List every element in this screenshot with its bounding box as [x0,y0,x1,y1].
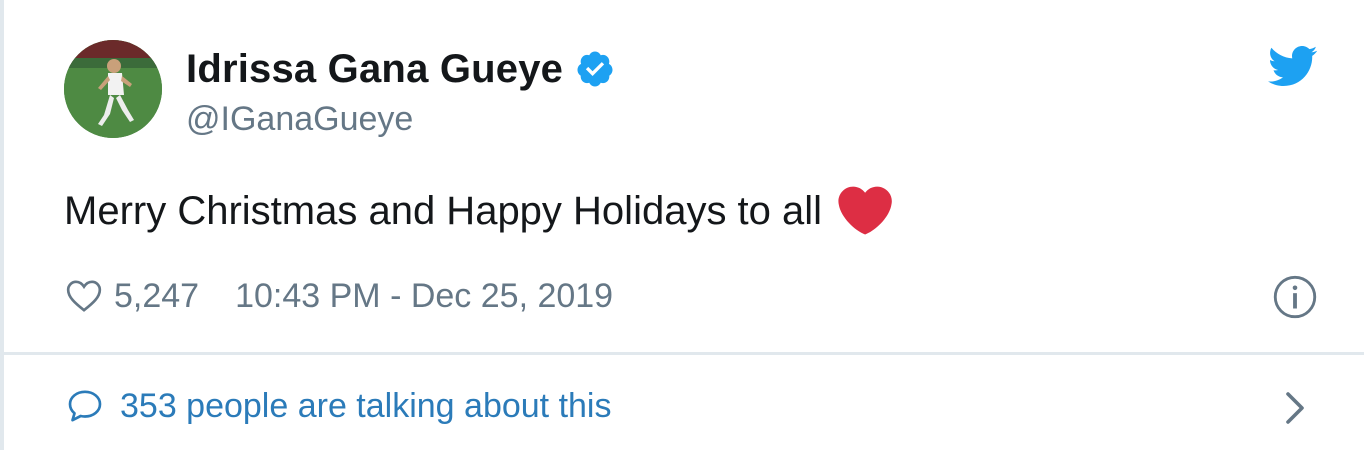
chevron-right-icon[interactable] [1280,388,1310,428]
author-display-name[interactable]: Idrissa Gana Gueye [186,47,563,92]
tweet-card: Idrissa Gana Gueye @IGanaGueye Merry Chr… [0,0,1364,450]
divider [4,352,1364,355]
info-circle-icon[interactable] [1272,274,1318,320]
tweet-text: Merry Christmas and Happy Holidays to al… [64,186,892,236]
verified-badge-icon [575,49,615,89]
tweet-timestamp[interactable]: 10:43 PM - Dec 25, 2019 [235,277,613,316]
twitter-bird-icon[interactable] [1266,44,1318,88]
conversation-label[interactable]: 353 people are talking about this [120,387,611,426]
author-handle[interactable]: @IGanaGueye [186,100,413,139]
avatar[interactable] [64,40,162,138]
heart-outline-icon[interactable] [64,276,104,316]
like-count[interactable]: 5,247 [114,277,199,316]
speech-bubble-icon [64,386,106,426]
tweet-meta-row: 5,247 10:43 PM - Dec 25, 2019 [64,272,613,320]
author-name-row: Idrissa Gana Gueye [186,44,615,94]
conversation-link[interactable]: 353 people are talking about this [64,382,611,430]
red-heart-emoji-icon [836,186,892,236]
tweet-text-body: Merry Christmas and Happy Holidays to al… [64,188,823,233]
